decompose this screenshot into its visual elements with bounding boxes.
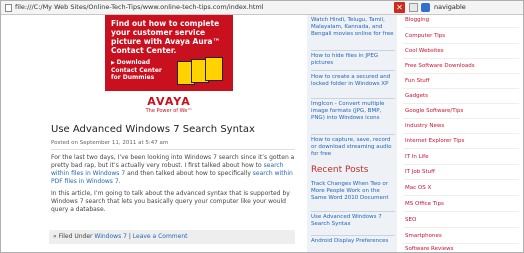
paragraph-text: and then talked about how to specificall… — [125, 170, 253, 177]
divider — [403, 179, 519, 180]
ad-banner[interactable]: Find out how to complete your customer s… — [105, 15, 233, 119]
sidebar-link[interactable]: Watch Hindi, Telugu, Tamil, Malayalam, K… — [311, 17, 395, 38]
category-item[interactable]: Gadgets — [405, 93, 428, 99]
post-paragraph-2: In this article, I’m going to talk about… — [51, 190, 290, 213]
page-icon — [5, 4, 12, 12]
favorites-icon[interactable] — [409, 3, 418, 12]
recent-post-link[interactable]: Use Advanced Windows 7 Search Syntax — [311, 214, 395, 228]
divider — [403, 243, 519, 244]
ad-download-button[interactable]: Download Contact Center for Dummies — [111, 59, 173, 81]
divider — [403, 88, 519, 89]
divider — [403, 148, 519, 149]
category-item[interactable]: Free Software Downloads — [405, 63, 475, 69]
category-item[interactable]: MS Office Tips — [405, 201, 444, 207]
divider — [403, 58, 519, 59]
category-item[interactable]: SEO — [405, 217, 416, 223]
category-item[interactable]: Cool Websites — [405, 48, 444, 54]
avaya-logo: AVAYA — [147, 95, 191, 108]
category-link[interactable]: Windows 7 — [94, 233, 127, 240]
ad-footer: AVAYA The Power of We™ — [105, 91, 233, 119]
divider — [311, 134, 395, 135]
category-item[interactable]: Software Reviews — [405, 246, 453, 252]
divider — [311, 98, 395, 99]
paragraph-text: . — [118, 178, 121, 185]
divider — [311, 235, 395, 236]
divider — [51, 149, 295, 150]
divider — [311, 50, 395, 51]
divider — [403, 164, 519, 165]
category-item[interactable]: IT Job Stuff — [405, 169, 435, 175]
divider — [403, 118, 519, 119]
divider — [403, 27, 519, 28]
browser-window: file:///C:/My Web Sites/Online-Tech-Tips… — [0, 0, 524, 253]
recent-post-link[interactable]: Track Changes When Two or More People Wo… — [311, 181, 395, 202]
divider — [403, 211, 519, 212]
paragraph-text: For the last two days, I’ve been looking… — [51, 154, 295, 169]
category-item[interactable]: IT In Life — [405, 154, 429, 160]
divider — [403, 133, 519, 134]
divider — [403, 227, 519, 228]
categories-sidebar: Blogging Computer Tips Cool Websites Fre… — [401, 15, 523, 252]
post-title[interactable]: Use Advanced Windows 7 Search Syntax — [51, 124, 255, 135]
post-meta: Posted on September 11, 2011 at 5:47 am — [51, 140, 169, 146]
navigable-label[interactable]: navigable — [434, 3, 466, 11]
category-item[interactable]: Computer Tips — [405, 33, 445, 39]
category-item[interactable]: Internet Explorer Tips — [405, 138, 464, 144]
divider — [403, 73, 519, 74]
filed-prefix: » Filed Under — [53, 233, 95, 240]
main-content: Find out how to complete your customer s… — [45, 15, 299, 252]
leave-comment-link[interactable]: Leave a Comment — [133, 233, 188, 240]
sidebar-link[interactable]: How to hide files in JPEG pictures — [311, 53, 395, 67]
category-item[interactable]: Blogging — [405, 17, 429, 23]
divider — [403, 43, 519, 44]
recent-posts-heading: Recent Posts — [311, 165, 369, 175]
divider — [403, 103, 519, 104]
recent-post-link[interactable]: Android Display Preferences — [311, 238, 395, 245]
ad-books-image — [177, 57, 227, 85]
ad-headline: Find out how to complete your customer s… — [111, 19, 220, 55]
sidebar-link[interactable]: How to create a secured and locked folde… — [311, 74, 395, 88]
navigable-icon[interactable] — [421, 3, 430, 12]
divider — [311, 70, 395, 71]
divider — [311, 211, 395, 212]
ad-tagline: The Power of We™ — [145, 108, 193, 114]
book-icon — [205, 57, 223, 81]
filed-under-bar: » Filed Under Windows 7 | Leave a Commen… — [49, 230, 295, 244]
sidebar-link[interactable]: ImgIcon - Convert multiple image formats… — [311, 101, 395, 122]
close-icon[interactable]: ✕ — [394, 2, 405, 13]
category-item[interactable]: Google Software/Tips — [405, 108, 463, 114]
address-bar: file:///C:/My Web Sites/Online-Tech-Tips… — [1, 1, 523, 15]
post-paragraph-1: For the last two days, I’ve been looking… — [51, 154, 295, 186]
category-item[interactable]: Fun Stuff — [405, 78, 430, 84]
url-text[interactable]: file:///C:/My Web Sites/Online-Tech-Tips… — [15, 3, 264, 11]
category-item[interactable]: Smartphones — [405, 233, 442, 239]
sidebar-link[interactable]: How to capture, save, record or download… — [311, 137, 395, 158]
category-item[interactable]: Industry News — [405, 123, 444, 129]
middle-sidebar: Watch Hindi, Telugu, Tamil, Malayalam, K… — [307, 15, 397, 252]
divider — [403, 195, 519, 196]
category-item[interactable]: Mac OS X — [405, 185, 431, 191]
